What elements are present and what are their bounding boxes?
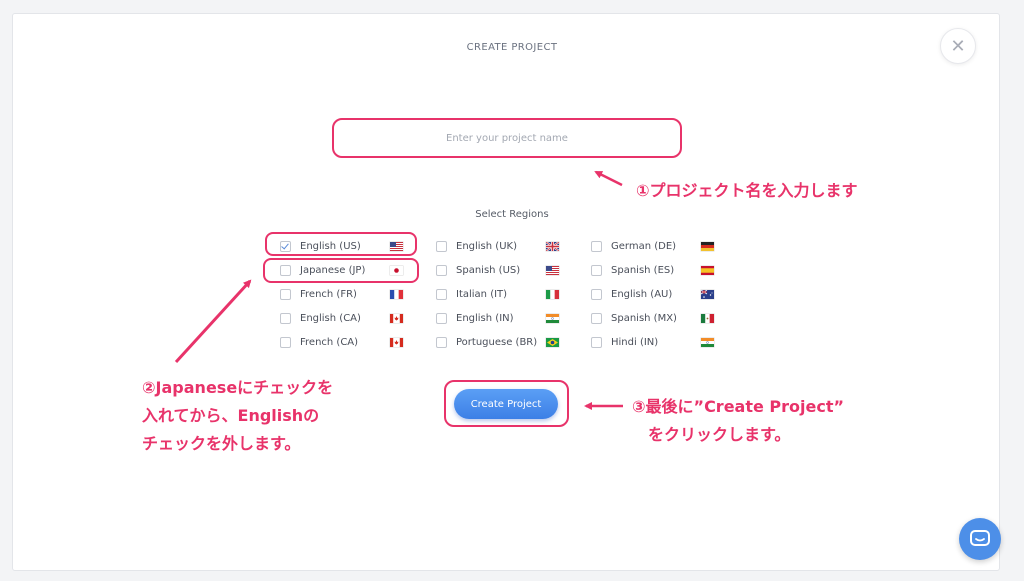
arrow-to-japanese <box>174 279 252 364</box>
arrow-to-name-field <box>594 170 623 187</box>
chat-icon <box>970 530 990 546</box>
chat-launcher-button[interactable] <box>959 518 1001 560</box>
annotation-arrows <box>174 170 623 410</box>
